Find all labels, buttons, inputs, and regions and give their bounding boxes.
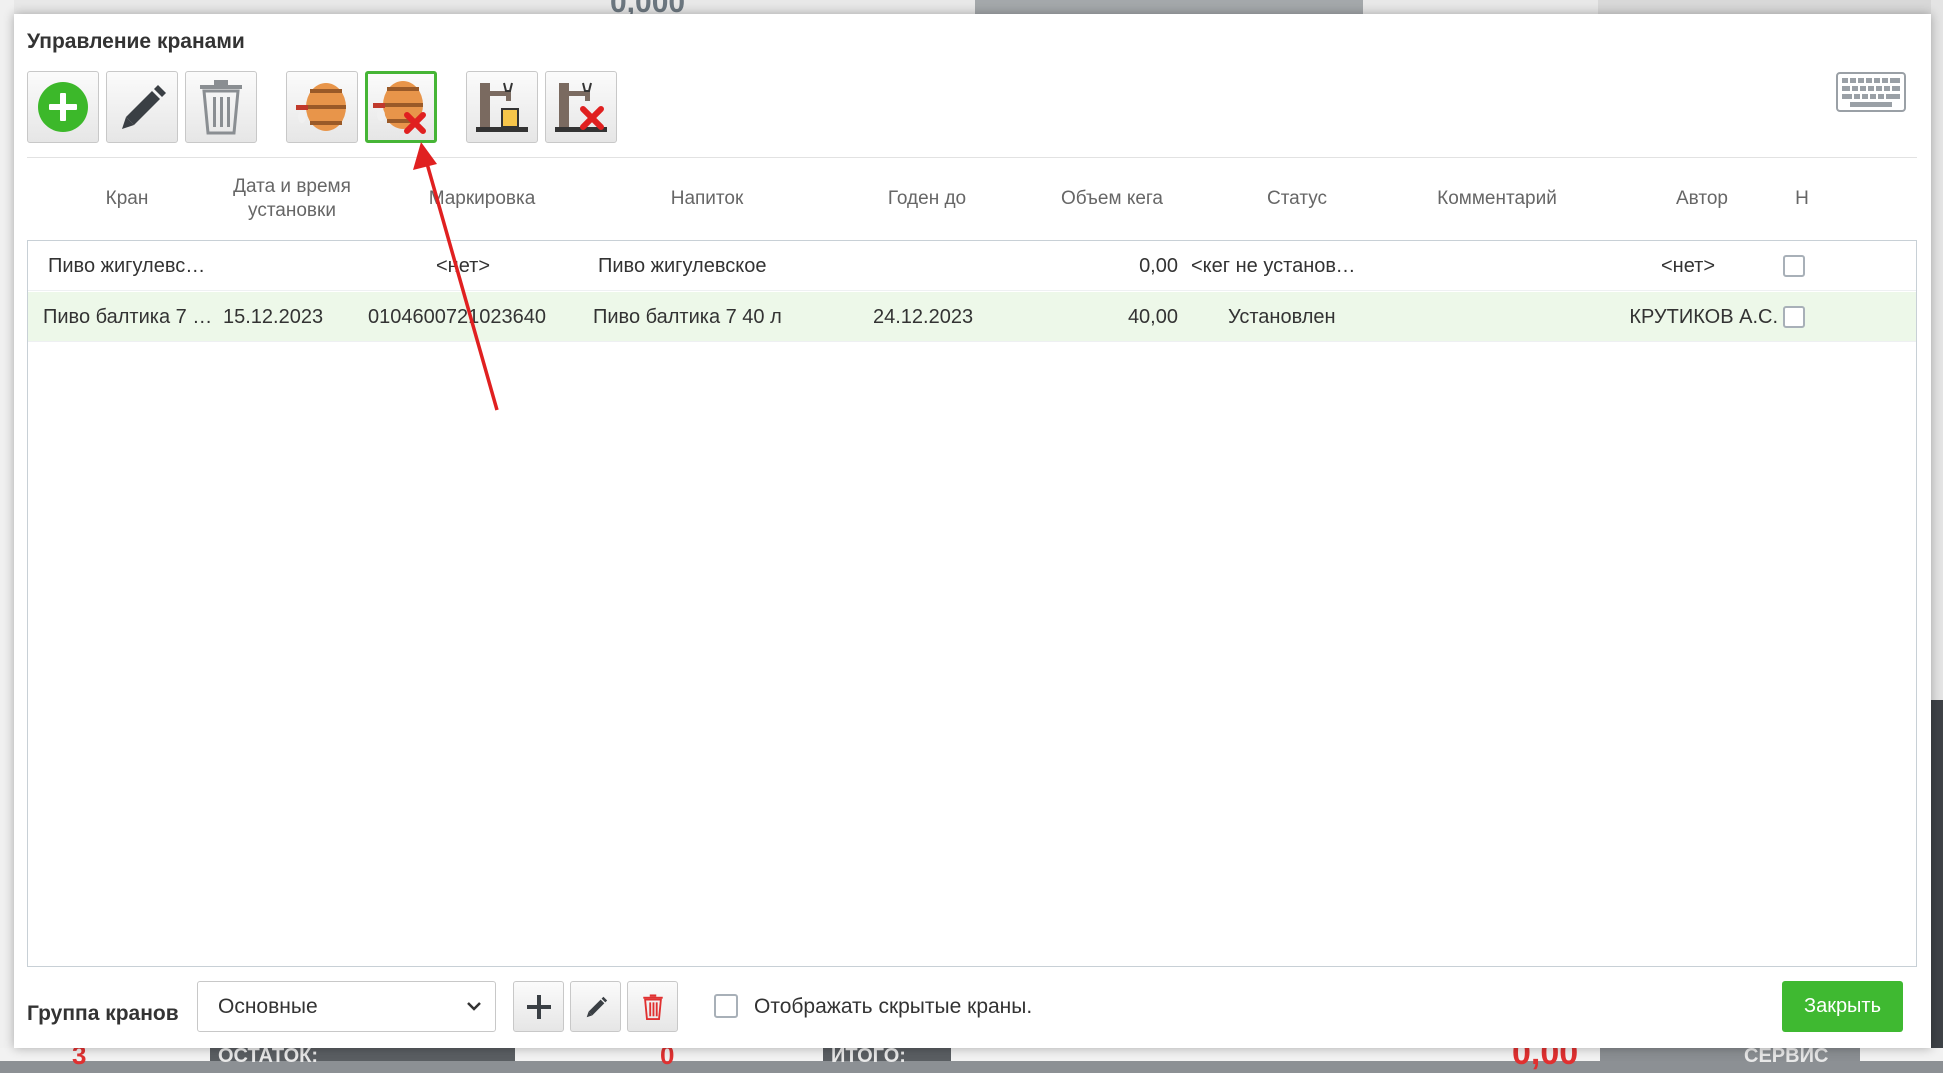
chevron-down-icon xyxy=(465,982,483,1049)
column-header-comment[interactable]: Комментарий xyxy=(1412,164,1582,234)
remove-keg-button[interactable] xyxy=(365,71,437,143)
column-header-installed[interactable]: Дата и время установки xyxy=(222,164,362,234)
column-header-volume[interactable]: Объем кега xyxy=(1032,164,1192,234)
cell-comment xyxy=(1413,241,1583,291)
column-header-marking[interactable]: Маркировка xyxy=(397,164,567,234)
background-total-block: ИТОГО: xyxy=(823,1045,951,1067)
tap-install-icon xyxy=(476,82,528,132)
cell-drink: Пиво жигулевское xyxy=(598,255,767,277)
cell-expires: 24.12.2023 xyxy=(873,306,974,328)
close-button[interactable]: Закрыть xyxy=(1782,981,1903,1032)
add-group-button[interactable] xyxy=(513,981,564,1032)
cell-status: <кег не установлен> xyxy=(1191,255,1356,277)
install-tap-button[interactable] xyxy=(466,71,538,143)
edit-group-button[interactable] xyxy=(570,981,621,1032)
cell-author: КРУТИКОВ А.С. xyxy=(1629,306,1778,328)
show-hidden-taps-checkbox[interactable] xyxy=(714,994,738,1018)
cell-author: <нет> xyxy=(1660,255,1716,277)
row-checkbox[interactable] xyxy=(1783,306,1805,328)
tap-group-label: Группа кранов xyxy=(27,1002,179,1025)
cell-marking: <нет> xyxy=(435,255,491,277)
column-header-expires[interactable]: Годен до xyxy=(857,164,997,234)
table-row[interactable]: Пиво балтика 7 40 л 15.12.2023 010460072… xyxy=(28,292,1916,342)
tap-group-value: Основные xyxy=(218,995,318,1018)
column-header-n[interactable]: Н xyxy=(1782,164,1822,234)
background-top-block xyxy=(1233,0,1363,14)
column-header-author[interactable]: Автор xyxy=(1627,164,1777,234)
toolbar-separator xyxy=(27,157,1917,158)
trash-icon xyxy=(200,80,242,135)
plus-icon xyxy=(526,994,551,1019)
table-row[interactable]: Пиво жигулевское <нет> Пиво жигулевское … xyxy=(28,241,1916,291)
background-service-button: СЕРВИС xyxy=(1730,1045,1860,1067)
cell-volume: 0,00 xyxy=(1139,255,1178,277)
cell-status: Установлен xyxy=(1228,306,1336,328)
delete-tap-button[interactable] xyxy=(185,71,257,143)
row-checkbox[interactable] xyxy=(1783,255,1805,277)
background-top-bar: 0,000 xyxy=(0,0,1943,19)
column-header-status[interactable]: Статус xyxy=(1217,164,1377,234)
table-header: Кран Дата и время установки Маркировка Н… xyxy=(27,164,1917,234)
cell-tap: Пиво жигулевское xyxy=(48,255,208,277)
cell-tap: Пиво балтика 7 40 л xyxy=(43,306,213,328)
cell-comment xyxy=(1413,292,1583,342)
cell-expires xyxy=(858,241,998,291)
install-keg-button[interactable] xyxy=(286,71,358,143)
taps-table: Пиво жигулевское <нет> Пиво жигулевское … xyxy=(27,240,1917,967)
cell-volume: 40,00 xyxy=(1127,306,1178,328)
background-button xyxy=(1600,1048,1730,1061)
background-right-edge xyxy=(1931,0,1943,1061)
background-left-edge xyxy=(0,0,14,1061)
cell-installed: 15.12.2023 xyxy=(223,306,324,328)
keg-remove-icon xyxy=(373,81,426,134)
keyboard-button[interactable] xyxy=(1836,72,1906,117)
edit-tap-button[interactable] xyxy=(106,71,178,143)
delete-group-button[interactable] xyxy=(627,981,678,1032)
keyboard-icon xyxy=(1836,72,1906,112)
background-top-block xyxy=(975,0,1105,14)
pencil-icon xyxy=(122,85,166,129)
show-hidden-taps-label[interactable]: Отображать скрытые краны. xyxy=(754,995,1032,1019)
background-top-block xyxy=(1105,0,1233,14)
tap-management-dialog: Управление кранами Кран Дата и время уст… xyxy=(14,14,1931,1048)
pencil-icon xyxy=(586,996,607,1017)
cell-drink: Пиво балтика 7 40 л xyxy=(593,306,782,328)
tap-remove-icon xyxy=(555,82,607,132)
cell-installed xyxy=(223,241,353,291)
keg-icon xyxy=(296,83,346,131)
tap-group-select[interactable]: Основные xyxy=(197,981,496,1032)
background-remaining-block: ОСТАТОК: xyxy=(210,1045,515,1067)
add-tap-button[interactable] xyxy=(27,71,99,143)
dialog-title: Управление кранами xyxy=(27,30,245,53)
remove-tap-button[interactable] xyxy=(545,71,617,143)
add-circle-icon xyxy=(38,82,88,132)
background-top-right xyxy=(1598,0,1943,14)
column-header-tap[interactable]: Кран xyxy=(67,164,187,234)
cell-marking: 0104600721023640 xyxy=(368,306,546,328)
trash-icon xyxy=(642,993,663,1020)
background-bottom-bar: 3 ОСТАТОК: 0 ИТОГО: 0,00 СЕРВИС xyxy=(0,1034,1943,1072)
column-header-drink[interactable]: Напиток xyxy=(617,164,797,234)
